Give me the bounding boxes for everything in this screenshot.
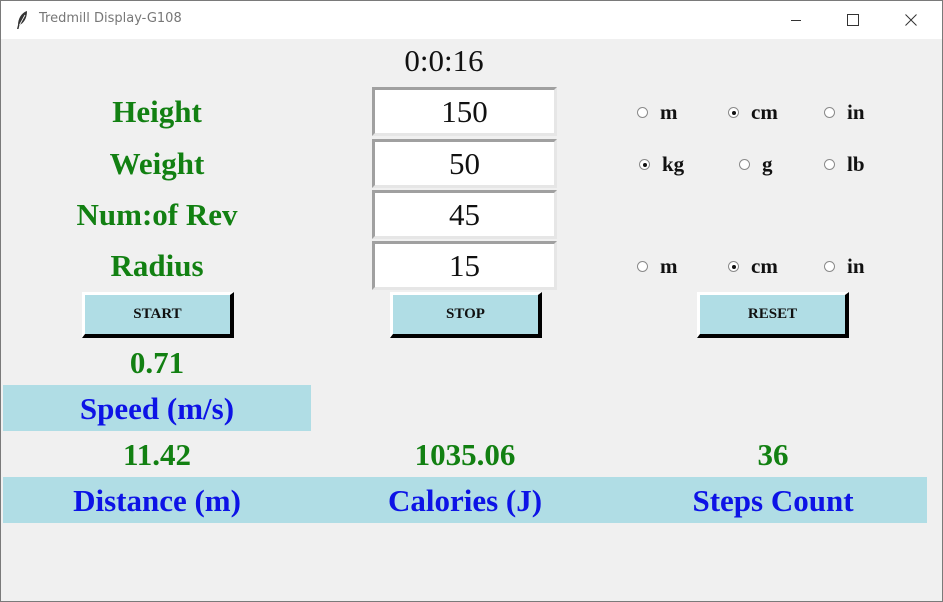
- radio-label: kg: [662, 152, 685, 176]
- speed-value: 0.71: [129, 345, 185, 380]
- radio-label: m: [660, 254, 678, 278]
- start-button[interactable]: START: [82, 292, 234, 338]
- radio-label: in: [847, 100, 865, 124]
- distance-label: Distance (m): [73, 483, 241, 518]
- height-unit-cm-radio[interactable]: cm: [728, 100, 778, 125]
- revs-label: Num:of Rev: [76, 197, 238, 232]
- distance-value: 11.42: [122, 437, 192, 472]
- radio-indicator: [824, 261, 835, 272]
- height-unit-m-radio[interactable]: m: [637, 100, 678, 125]
- title-bar[interactable]: Tredmill Display-G108: [1, 1, 942, 39]
- height-input[interactable]: [372, 87, 557, 136]
- radius-unit-m-radio[interactable]: m: [637, 254, 678, 279]
- feather-icon: [17, 11, 27, 29]
- radio-indicator: [824, 107, 835, 118]
- minimize-icon: [791, 20, 801, 21]
- radius-label: Radius: [110, 248, 204, 283]
- radio-label: cm: [751, 100, 778, 124]
- radius-unit-cm-radio[interactable]: cm: [728, 254, 778, 279]
- stop-button[interactable]: STOP: [390, 292, 542, 338]
- app-window: Tredmill Display-G108 0:0:16 Height Weig…: [0, 0, 943, 602]
- speed-label: Speed (m/s): [79, 391, 235, 426]
- weight-unit-lb-radio[interactable]: lb: [824, 152, 865, 177]
- weight-unit-g-radio[interactable]: g: [739, 152, 773, 177]
- radio-label: lb: [847, 152, 865, 176]
- close-button[interactable]: [888, 1, 934, 39]
- radio-indicator: [637, 107, 648, 118]
- radio-indicator: [824, 159, 835, 170]
- radio-label: cm: [751, 254, 778, 278]
- steps-value: 36: [757, 437, 789, 472]
- weight-label: Weight: [109, 146, 205, 181]
- revs-input[interactable]: [372, 190, 557, 239]
- calories-label: Calories (J): [387, 483, 543, 518]
- radio-indicator-selected: [728, 261, 739, 272]
- steps-label: Steps Count: [692, 483, 854, 518]
- radio-label: in: [847, 254, 865, 278]
- maximize-icon: [847, 14, 859, 26]
- reset-button[interactable]: RESET: [697, 292, 849, 338]
- minimize-button[interactable]: [773, 1, 819, 39]
- radio-label: g: [762, 152, 773, 176]
- elapsed-timer: 0:0:16: [404, 43, 484, 78]
- radio-indicator: [637, 261, 648, 272]
- radio-label: m: [660, 100, 678, 124]
- weight-input[interactable]: [372, 139, 557, 188]
- calories-value: 1035.06: [414, 437, 516, 472]
- maximize-button[interactable]: [830, 1, 876, 39]
- height-unit-in-radio[interactable]: in: [824, 100, 865, 125]
- radio-indicator-selected: [639, 159, 650, 170]
- close-icon: [905, 14, 917, 26]
- radius-unit-in-radio[interactable]: in: [824, 254, 865, 279]
- weight-unit-kg-radio[interactable]: kg: [639, 152, 684, 177]
- window-title: Tredmill Display-G108: [39, 11, 182, 26]
- height-label: Height: [112, 94, 202, 129]
- radio-indicator: [739, 159, 750, 170]
- radius-input[interactable]: [372, 241, 557, 290]
- radio-indicator-selected: [728, 107, 739, 118]
